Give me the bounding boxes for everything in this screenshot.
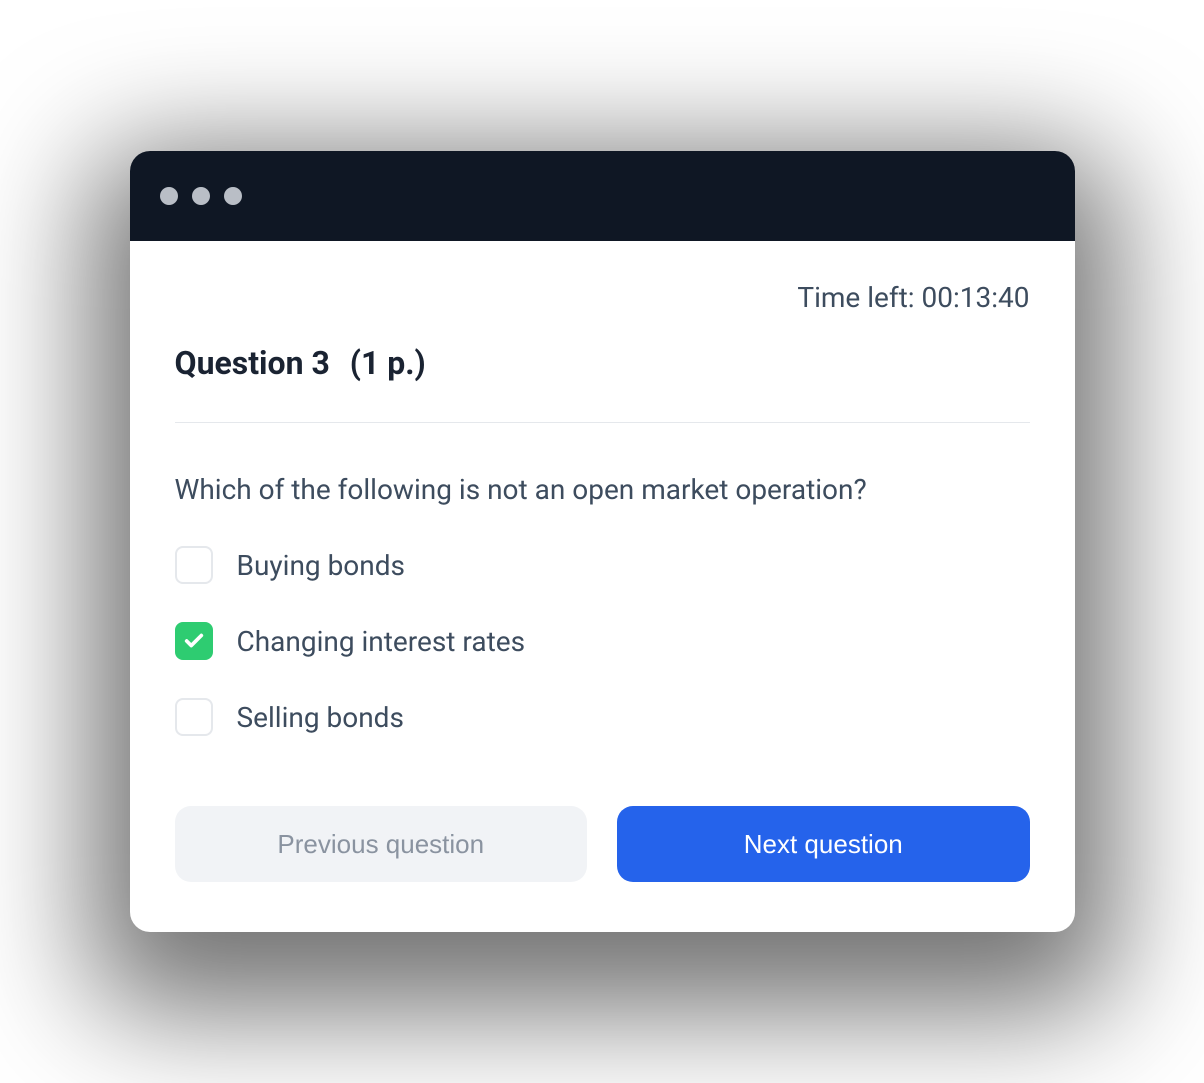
option-item[interactable]: Changing interest rates <box>175 622 1030 660</box>
window-titlebar <box>130 151 1075 241</box>
option-label: Buying bonds <box>237 549 405 582</box>
option-label: Selling bonds <box>237 701 404 734</box>
window-control-dot[interactable] <box>160 187 178 205</box>
next-question-button[interactable]: Next question <box>617 806 1030 882</box>
question-points: (1 p.) <box>350 344 426 382</box>
previous-question-button[interactable]: Previous question <box>175 806 588 882</box>
time-left: Time left: 00:13:40 <box>175 281 1030 314</box>
nav-buttons: Previous question Next question <box>175 806 1030 882</box>
question-header: Question 3 (1 p.) <box>175 344 1030 382</box>
checkbox[interactable] <box>175 698 213 736</box>
checkbox[interactable] <box>175 622 213 660</box>
options-list: Buying bonds Changing interest rates Sel… <box>175 546 1030 736</box>
divider <box>175 422 1030 423</box>
time-left-label: Time left: <box>797 281 914 314</box>
window-control-dot[interactable] <box>224 187 242 205</box>
option-label: Changing interest rates <box>237 625 526 658</box>
window-control-dot[interactable] <box>192 187 210 205</box>
checkbox[interactable] <box>175 546 213 584</box>
option-item[interactable]: Buying bonds <box>175 546 1030 584</box>
quiz-window: Time left: 00:13:40 Question 3 (1 p.) Wh… <box>130 151 1075 932</box>
quiz-content: Time left: 00:13:40 Question 3 (1 p.) Wh… <box>130 241 1075 932</box>
question-text: Which of the following is not an open ma… <box>175 473 1030 506</box>
time-left-value: 00:13:40 <box>922 281 1030 314</box>
option-item[interactable]: Selling bonds <box>175 698 1030 736</box>
check-icon <box>183 630 205 652</box>
question-title: Question 3 <box>175 344 330 382</box>
